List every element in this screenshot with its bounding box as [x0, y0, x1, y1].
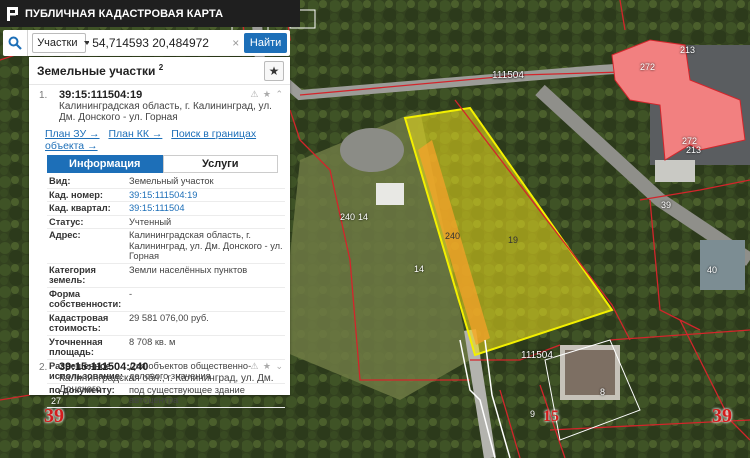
- parcel-label-8: 8: [600, 387, 606, 397]
- list-item[interactable]: 2. ⚠ ★ ⌄ 39:15:111504:240 Калининградска…: [29, 357, 290, 395]
- table-row: Вид: Земельный участок: [47, 175, 285, 188]
- parcel-label-213: 213: [680, 45, 696, 55]
- plan-kk-link[interactable]: План КК →: [108, 128, 162, 140]
- app-title: ПУБЛИЧНАЯ КАДАСТРОВАЯ КАРТА: [25, 7, 224, 20]
- result-count: 2: [158, 63, 164, 72]
- table-row: Кад. квартал: 39:15:111504: [47, 202, 285, 216]
- field-value: Земельный участок: [129, 176, 214, 186]
- field-value: -: [129, 288, 133, 299]
- table-row: Категория земель: Земли населённых пункто…: [47, 263, 285, 287]
- item-tools-icons[interactable]: ⚠ ★ ⌃: [250, 89, 284, 100]
- parcel-label-240: 240: [340, 212, 356, 222]
- panel-header: Земельные участки 2 ★: [29, 57, 290, 85]
- favorite-button[interactable]: ★: [264, 61, 284, 81]
- parcel-label-19: 19: [508, 235, 519, 245]
- table-row: Кад. номер: 39:15:111504:19: [47, 188, 285, 202]
- field-value: Учтенный: [129, 216, 172, 227]
- field-label: Вид:: [49, 176, 71, 186]
- field-label: Уточненная площадь:: [49, 336, 103, 358]
- item-tools-icons[interactable]: ⚠ ★ ⌄: [250, 361, 284, 372]
- field-label: Статус:: [49, 216, 84, 227]
- field-value: Земли населённых пунктов: [129, 264, 248, 275]
- field-value: 8 708 кв. м: [129, 336, 176, 347]
- item-number: 1.: [39, 90, 48, 101]
- district-label-15: 15: [543, 408, 559, 425]
- search-bar: Участки × Найти: [3, 30, 290, 56]
- item-address: Калининградская область, г. Калининград,…: [59, 101, 272, 123]
- parcel-label-40: 40: [707, 265, 718, 275]
- quarter-label-bottom: 111504: [521, 350, 553, 361]
- field-value: 29 581 076,00 руб.: [129, 312, 209, 323]
- search-type-select[interactable]: Участки: [32, 33, 90, 53]
- field-label: Категория земель:: [49, 264, 96, 286]
- field-label: Кадастровая стоимость:: [49, 312, 109, 334]
- field-label: Адрес:: [49, 230, 81, 240]
- field-label: Форма собственности:: [49, 288, 122, 310]
- quarter-label-top: 111504: [492, 70, 524, 81]
- search-type-value: Участки: [37, 37, 78, 49]
- cadastral-number: 39:15:111504:240: [59, 361, 149, 373]
- info-tabs: Информация Услуги: [47, 155, 278, 173]
- parcel-label-14: 14: [358, 212, 369, 222]
- field-label: Кад. квартал:: [49, 203, 111, 213]
- plan-zu-link[interactable]: План ЗУ →: [45, 128, 100, 140]
- search-input[interactable]: [89, 30, 230, 56]
- parcel-label-9: 9: [530, 409, 536, 419]
- tab-information[interactable]: Информация: [47, 155, 163, 173]
- logo-icon: [6, 6, 20, 22]
- item-address: Калининградская обл., г. Калининград, ул…: [59, 373, 274, 395]
- field-label: Кад. номер:: [49, 189, 104, 200]
- parcel-label-272: 272: [640, 62, 656, 72]
- district-label-39-left: 39: [44, 405, 64, 427]
- district-label-39-right: 39: [712, 405, 732, 427]
- table-row: Статус: Учтенный: [47, 215, 285, 229]
- item-number: 2.: [39, 362, 48, 373]
- cadastral-number-link[interactable]: 39:15:111504:19: [127, 188, 285, 202]
- field-value: Калининградская область, г. Калининград,…: [129, 230, 283, 261]
- search-icon[interactable]: [3, 30, 29, 56]
- app-header: ПУБЛИЧНАЯ КАДАСТРОВАЯ КАРТА: [0, 0, 300, 27]
- item-links: План ЗУ → План КК → Поиск в границах объ…: [45, 128, 284, 152]
- cadastral-number: 39:15:111504:19: [59, 89, 143, 101]
- table-row: Уточненная площадь: 8 708 кв. м: [47, 335, 285, 359]
- parcel-label-240-orange: 240: [445, 231, 461, 241]
- star-icon: ★: [268, 64, 280, 78]
- tab-services[interactable]: Услуги: [162, 155, 278, 173]
- cadastral-quarter-link[interactable]: 39:15:111504: [127, 202, 285, 216]
- parcel-label-14b: 14: [414, 264, 425, 274]
- results-panel: Земельные участки 2 ★ 1. ⚠ ★ ⌃ 39:15:111…: [29, 57, 290, 407]
- parcel-label-213b: 213: [686, 145, 702, 155]
- table-row: Кадастровая стоимость: 29 581 076,00 руб.: [47, 311, 285, 335]
- clear-icon[interactable]: ×: [229, 30, 242, 56]
- find-button[interactable]: Найти: [244, 33, 287, 53]
- table-row: Адрес: Калининградская область, г. Калини…: [47, 229, 285, 263]
- table-row: Форма собственности: -: [47, 287, 285, 311]
- panel-title: Земельные участки 2: [37, 63, 164, 78]
- parcel-label-39: 39: [661, 200, 672, 210]
